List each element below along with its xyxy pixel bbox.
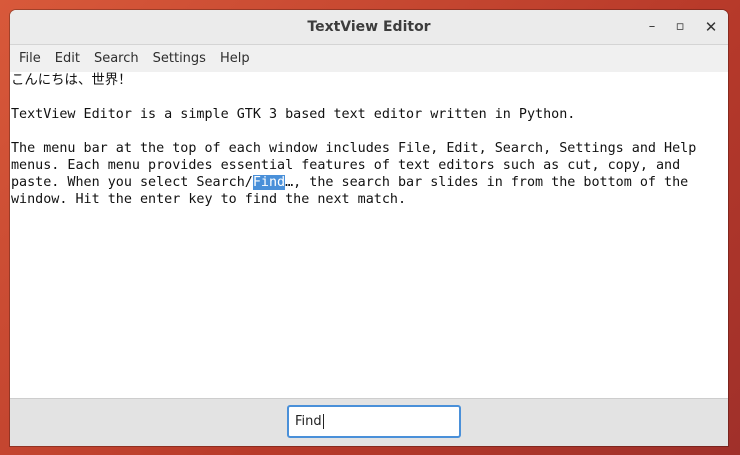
- text-view[interactable]: こんにちは、世界！ TextView Editor is a simple GT…: [10, 72, 728, 398]
- search-input[interactable]: Find: [287, 405, 461, 438]
- text-segment: …, the search bar slides in from the bot…: [285, 175, 689, 190]
- maximize-icon: ▫: [675, 19, 685, 34]
- text-line: window. Hit the enter key to find the ne…: [11, 192, 407, 207]
- minimize-icon: –: [648, 19, 656, 34]
- title-bar[interactable]: TextView Editor – ▫ ✕: [10, 10, 728, 45]
- menu-bar: File Edit Search Settings Help: [10, 45, 728, 73]
- text-line: [10, 89, 728, 106]
- menu-search[interactable]: Search: [87, 45, 146, 72]
- text-line: TextView Editor is a simple GTK 3 based …: [11, 107, 576, 122]
- text-line: menus. Each menu provides essential feat…: [11, 158, 681, 173]
- maximize-button[interactable]: ▫: [665, 10, 695, 44]
- search-bar: Find: [10, 398, 728, 446]
- search-input-value: Find: [295, 414, 322, 429]
- editor-window: TextView Editor – ▫ ✕ File Edit Search S…: [10, 10, 728, 446]
- menu-edit[interactable]: Edit: [48, 45, 87, 72]
- text-segment: paste. When you select Search/: [11, 175, 253, 190]
- close-button[interactable]: ✕: [696, 10, 726, 44]
- search-match-highlight: Find: [252, 175, 286, 190]
- text-line: paste. When you select Search/Find…, the…: [10, 174, 728, 191]
- minimize-button[interactable]: –: [637, 10, 667, 44]
- menu-file[interactable]: File: [12, 45, 48, 72]
- window-title: TextView Editor: [307, 19, 431, 35]
- text-line: The menu bar at the top of each window i…: [11, 141, 697, 156]
- close-icon: ✕: [704, 18, 718, 36]
- menu-settings[interactable]: Settings: [146, 45, 213, 72]
- text-line: [10, 123, 728, 140]
- text-caret: [322, 414, 324, 429]
- text-line: こんにちは、世界！: [11, 73, 132, 88]
- menu-help[interactable]: Help: [213, 45, 257, 72]
